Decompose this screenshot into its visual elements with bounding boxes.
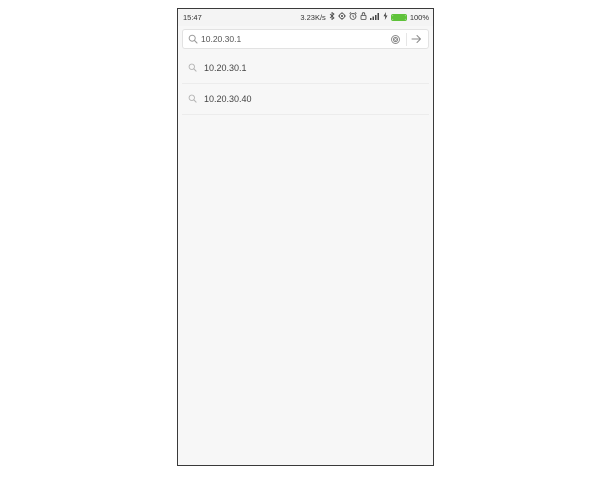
suggestion-list: 10.20.30.1 10.20.30.40	[182, 53, 429, 115]
search-icon	[188, 63, 197, 72]
suggestion-label: 10.20.30.1	[204, 63, 247, 73]
status-icons: 3.23K/s 100%	[300, 11, 429, 23]
status-time: 15:47	[183, 13, 202, 22]
search-input[interactable]	[201, 32, 381, 46]
suggestion-item[interactable]: 10.20.30.40	[182, 84, 429, 115]
gps-icon	[337, 12, 346, 23]
clear-icon[interactable]	[391, 35, 400, 44]
suggestion-item[interactable]: 10.20.30.1	[182, 53, 429, 84]
charging-icon	[383, 12, 388, 23]
lock-icon	[360, 12, 367, 23]
battery-level-fill	[391, 15, 406, 20]
battery-icon	[390, 14, 407, 21]
arrow-right-icon[interactable]	[411, 34, 422, 44]
go-divider	[406, 33, 407, 46]
search-bar[interactable]	[182, 29, 429, 49]
phone-frame: 15:47 3.23K/s 100% 10.20.30.1 10.20.30.1…	[177, 8, 434, 466]
search-icon	[188, 34, 198, 44]
bluetooth-icon	[329, 11, 335, 23]
suggestion-label: 10.20.30.40	[204, 94, 252, 104]
alarm-icon	[349, 12, 357, 23]
signal-icon	[369, 12, 380, 23]
battery-percent: 100%	[409, 13, 429, 22]
status-bar: 15:47 3.23K/s 100%	[178, 9, 433, 26]
network-speed: 3.23K/s	[300, 13, 326, 22]
search-icon	[188, 94, 197, 103]
